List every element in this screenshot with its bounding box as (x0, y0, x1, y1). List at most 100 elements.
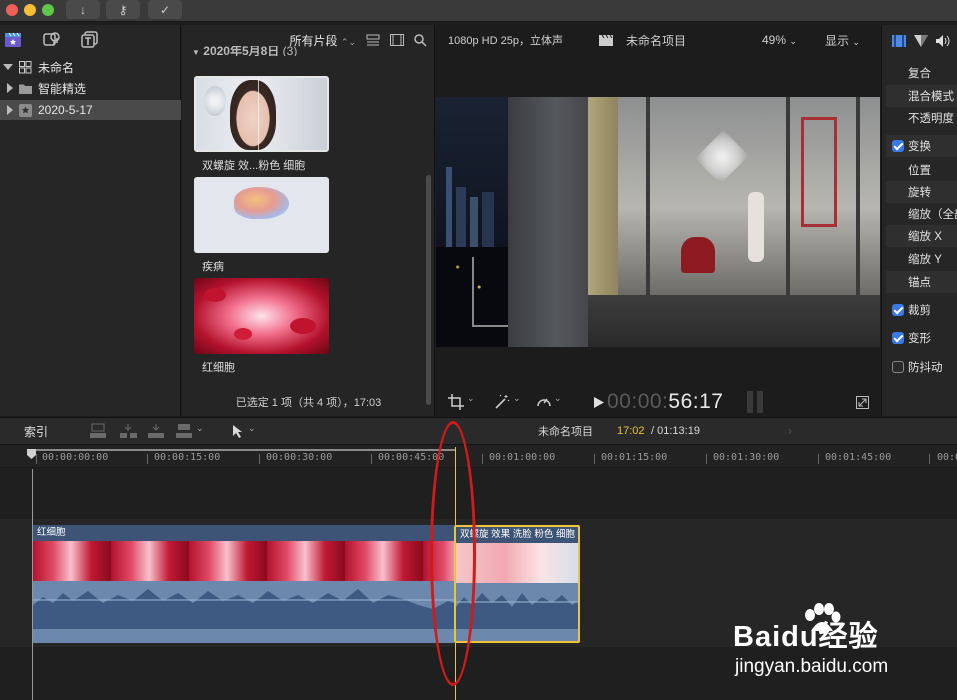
sidebar-item-library[interactable]: 未命名 (0, 57, 181, 77)
keywords-button[interactable]: ⚷ (106, 0, 140, 19)
clip-thumbnail[interactable] (194, 76, 329, 152)
inspector-label: 复合 (908, 68, 931, 80)
zoom-dropdown[interactable]: 49% ⌄ (762, 33, 797, 47)
transform-checkbox[interactable] (892, 140, 904, 152)
crop-checkbox[interactable] (892, 304, 904, 316)
timecode-display[interactable]: 00:00:56:17 (607, 390, 723, 414)
timeline-project-name: 未命名项目 (538, 426, 593, 438)
timeline-position: 17:02 (617, 425, 645, 437)
timecode-value: 56:17 (668, 390, 724, 413)
disclosure-open-icon[interactable] (3, 64, 13, 70)
inspector-param-opacity[interactable]: 不透明度 (886, 107, 957, 129)
libraries-sidebar: 未命名 智能精选 2020-5-17 (0, 25, 181, 416)
import-button[interactable]: ↓ (66, 0, 100, 19)
chevron-down-icon[interactable]: ⌄ (196, 423, 204, 434)
distort-checkbox[interactable] (892, 332, 904, 344)
overwrite-clip-icon[interactable] (176, 423, 194, 439)
browser-clip[interactable]: 红细胞 (194, 278, 329, 375)
key-icon: ⚷ (118, 2, 128, 17)
inspector-section-distort[interactable]: 变形 (886, 327, 957, 349)
titles-generators-icon[interactable] (81, 31, 99, 48)
inspector-section-crop[interactable]: 裁剪 (886, 299, 957, 321)
ruler-label: 00:01:30:00 (713, 452, 780, 463)
timeline-ruler[interactable]: 00:00:00:00 00:00:15:00 00:00:30:00 00:0… (0, 446, 957, 468)
disclosure-closed-icon[interactable] (7, 105, 13, 115)
ruler-label: 00:00:15:00 (154, 452, 221, 463)
background-tasks-button[interactable]: ✓ (148, 0, 182, 19)
folder-icon (19, 84, 32, 94)
ruler-label: 00:01:45:00 (825, 452, 892, 463)
library-icon (19, 60, 32, 73)
clip-label: 疾病 (202, 261, 224, 273)
fullscreen-icon[interactable] (856, 396, 869, 409)
libraries-icon[interactable] (4, 32, 22, 48)
clip-thumbnail[interactable] (194, 278, 329, 354)
display-label: 显示 (825, 33, 850, 48)
annotation-red-ellipse (430, 421, 476, 686)
watermark-brand: Baidu经验 (733, 621, 879, 653)
viewer: 1080p HD 25p，立体声 未命名项目 49% ⌄ 显示 ⌄ ⌄ ⌄ ⌄ … (436, 25, 880, 416)
chevron-down-icon[interactable]: ⌄ (467, 393, 475, 404)
stabilization-checkbox[interactable] (892, 361, 904, 373)
close-window-button[interactable] (6, 4, 18, 16)
clip-filter-dropdown[interactable]: 所有片段 ⌃⌄ (290, 32, 356, 49)
chevron-down-icon[interactable]: ⌄ (554, 393, 562, 404)
inspector-section-compositing[interactable]: 复合 (886, 62, 957, 84)
chevron-down-icon[interactable]: ⌄ (513, 393, 521, 404)
ruler-label: 00:01:15:00 (601, 452, 668, 463)
minimize-window-button[interactable] (24, 4, 36, 16)
chevron-right-icon[interactable]: › (788, 424, 792, 438)
skimmer-line (258, 78, 259, 150)
inspector-label: 旋转 (908, 187, 931, 199)
sidebar-item-event[interactable]: 2020-5-17 (0, 100, 181, 120)
zoom-value: 49% (762, 33, 787, 47)
connect-clip-icon[interactable] (90, 423, 108, 439)
clip-audio-waveform (33, 581, 454, 643)
inspector-param-blend-mode[interactable]: 混合模式 (886, 85, 957, 107)
inspector-param-position[interactable]: 位置 (886, 159, 957, 181)
inspector-param-scale-x[interactable]: 缩放 X (886, 225, 957, 247)
color-inspector-icon[interactable] (914, 35, 928, 47)
search-icon[interactable] (414, 33, 427, 47)
chevron-down-icon[interactable]: ⌄ (248, 423, 256, 434)
clip-label: 红细胞 (202, 362, 235, 374)
timeline-clip-red-cells[interactable]: 红细胞 (33, 525, 454, 643)
audio-meter-right (757, 391, 763, 413)
speedometer-icon[interactable] (536, 394, 552, 410)
inspector-section-transform[interactable]: 变换 (886, 135, 957, 157)
select-tool-icon[interactable] (232, 425, 244, 439)
ruler-label: 00:0 (937, 452, 957, 463)
inspector-label: 变换 (908, 141, 931, 153)
insert-clip-icon[interactable] (120, 423, 138, 439)
filmstrip-icon[interactable] (390, 34, 404, 46)
sidebar-item-smart-collections[interactable]: 智能精选 (0, 78, 181, 98)
section-count: (3) (282, 46, 298, 56)
inspector-param-scale-all[interactable]: 缩放（全部） (886, 203, 957, 225)
photos-audio-icon[interactable] (43, 31, 61, 48)
section-disclosure-icon[interactable]: ▼ (192, 48, 200, 56)
display-dropdown[interactable]: 显示 ⌄ (825, 32, 860, 49)
clip-appearance-icon[interactable] (366, 34, 380, 46)
chevron-down-icon: ⌄ (789, 36, 797, 46)
inspector-param-rotation[interactable]: 旋转 (886, 181, 957, 203)
clip-thumbnail[interactable] (194, 177, 329, 253)
audio-inspector-icon[interactable] (936, 35, 950, 47)
browser-clip[interactable]: 疾病 (194, 177, 329, 274)
inspector-param-scale-y[interactable]: 缩放 Y (886, 248, 957, 270)
inspector-label: 变形 (908, 333, 931, 345)
append-clip-icon[interactable] (148, 423, 166, 439)
video-inspector-icon[interactable] (892, 35, 906, 47)
index-button[interactable]: 索引 (24, 423, 48, 440)
timecode-dim: 00:00: (607, 390, 669, 413)
inspector-param-anchor[interactable]: 锚点 (886, 271, 957, 293)
browser-clip-selected[interactable]: 双螺旋 效...粉色 细胞 (194, 76, 329, 173)
play-icon[interactable] (594, 397, 604, 408)
browser-scrollbar[interactable] (426, 175, 431, 405)
disclosure-closed-icon[interactable] (7, 83, 13, 93)
zoom-window-button[interactable] (42, 4, 54, 16)
crop-icon[interactable] (448, 394, 464, 410)
viewer-controls: ⌄ ⌄ ⌄ 00:00:56:17 (436, 387, 880, 416)
inspector-section-stabilization[interactable]: 防抖动 (886, 356, 957, 378)
magic-wand-icon[interactable] (494, 394, 510, 410)
video-preview[interactable] (436, 97, 880, 347)
